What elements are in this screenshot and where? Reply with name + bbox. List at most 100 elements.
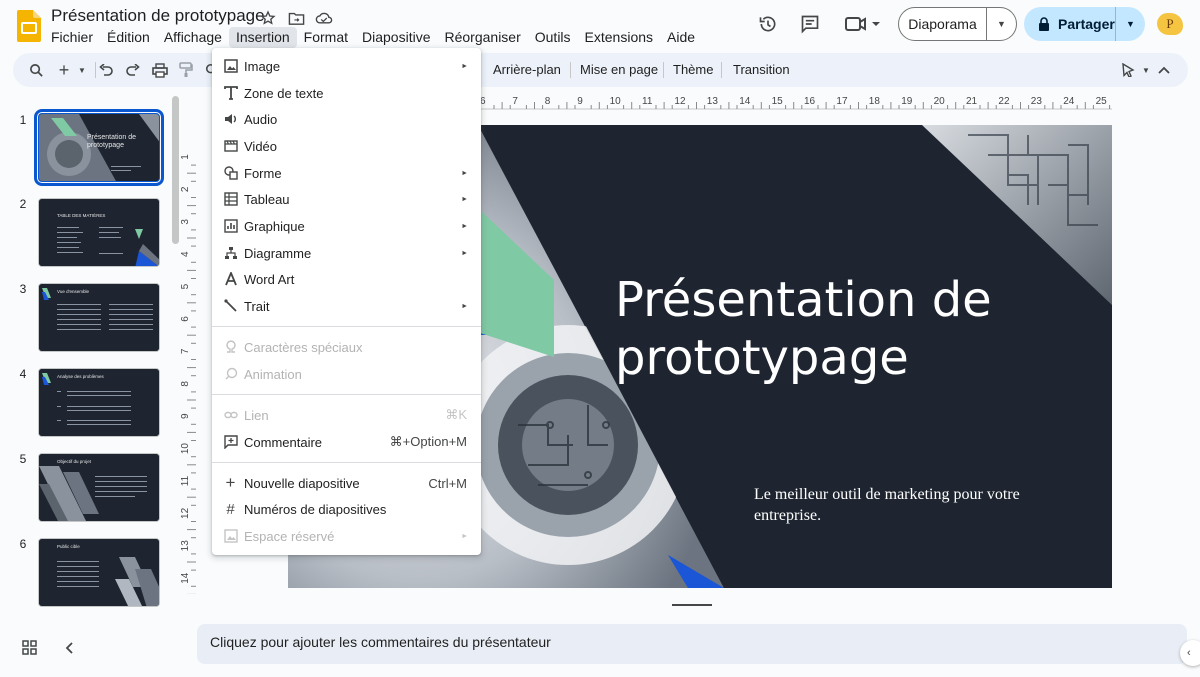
document-title[interactable]: Présentation de prototypage	[51, 6, 265, 26]
insert-table-item[interactable]: Tableau ►	[212, 186, 481, 212]
ruler-label: 3	[180, 219, 191, 225]
special-chars-icon	[223, 340, 238, 355]
collapse-toolbar-icon[interactable]	[1155, 61, 1173, 79]
version-history-icon[interactable]	[756, 12, 780, 36]
slideshow-button[interactable]: Diaporama ▼	[898, 7, 1017, 41]
insert-image-item[interactable]: Image ►	[212, 53, 481, 79]
star-icon[interactable]	[258, 8, 278, 28]
insert-slide-numbers-item[interactable]: # Numéros de diapositives	[212, 496, 481, 522]
insert-shape-item[interactable]: Forme ►	[212, 160, 481, 186]
horizontal-ruler[interactable]: 6 7 8 9 10 11 12 13 14 15 16 17 18 19 20 21 22 23 24 25	[480, 92, 1112, 112]
menu-slide[interactable]: Diapositive	[355, 27, 437, 48]
slide-thumbnail-6[interactable]: Public cible	[38, 538, 160, 607]
vertical-ruler[interactable]: 1 2 3 4 5 6 7 8 9 10 11 12 13 14	[179, 124, 197, 594]
menu-extensions[interactable]: Extensions	[578, 27, 660, 48]
search-menus-icon[interactable]	[27, 61, 45, 79]
filmstrip-scrollbar[interactable]	[172, 96, 179, 244]
ruler-label: 2	[180, 186, 191, 192]
submenu-arrow-icon: ►	[461, 222, 468, 230]
ruler-label: 7	[512, 96, 518, 107]
new-slide-plus-icon[interactable]: +	[55, 60, 73, 80]
insert-chart-item[interactable]: Graphique ►	[212, 213, 481, 239]
ruler-label: 12	[180, 507, 191, 519]
line-icon	[223, 299, 238, 314]
insert-line-item[interactable]: Trait ►	[212, 293, 481, 319]
chart-icon	[223, 219, 238, 234]
share-dropdown-icon[interactable]: ▼	[1116, 19, 1145, 29]
slides-logo-icon[interactable]	[17, 10, 41, 42]
ruler-label: 11	[180, 475, 191, 486]
transition-button[interactable]: Transition	[733, 62, 790, 77]
grid-view-icon[interactable]	[22, 640, 38, 656]
slide-thumbnail-3[interactable]: Vue d'ensemble	[38, 283, 160, 352]
ruler-label: 23	[1031, 96, 1043, 107]
slide-thumbnail-title: Public cible	[57, 544, 80, 549]
share-button[interactable]: Partager ▼	[1024, 7, 1145, 41]
menu-insert[interactable]: Insertion	[228, 27, 297, 48]
select-cursor-icon[interactable]	[1119, 61, 1137, 79]
table-icon	[223, 192, 238, 207]
menu-arrange[interactable]: Réorganiser	[437, 27, 527, 48]
image-icon	[223, 59, 238, 74]
submenu-arrow-icon: ►	[461, 302, 468, 310]
video-icon	[223, 139, 238, 154]
ruler-label: 9	[180, 413, 191, 419]
meet-camera-icon[interactable]	[844, 12, 882, 36]
slideshow-label[interactable]: Diaporama	[899, 8, 987, 40]
speaker-notes[interactable]: Cliquez pour ajouter les commentaires du…	[197, 624, 1187, 664]
hash-icon: #	[226, 500, 235, 518]
lock-icon	[1039, 17, 1049, 31]
menu-format[interactable]: Format	[297, 27, 355, 48]
toolbar: + ▼ Arrière-plan Mise en page Thème Tran…	[13, 53, 1188, 87]
ruler-label: 8	[545, 96, 551, 107]
insert-video-item[interactable]: Vidéo	[212, 133, 481, 159]
slide-thumbnail-2[interactable]: TABLE DES MATIÈRES	[38, 198, 160, 267]
comment-icon	[223, 435, 238, 450]
insert-text-box-item[interactable]: Zone de texte	[212, 80, 481, 106]
slide-thumbnail-title: Présentation de prototypage	[87, 134, 137, 149]
slide-thumbnail-5[interactable]: Objectif du projet	[38, 453, 160, 522]
ruler-label: 13	[180, 540, 191, 552]
ruler-label: 24	[1063, 96, 1075, 107]
select-dropdown-icon[interactable]: ▼	[1137, 61, 1155, 79]
insert-diagram-item[interactable]: Diagramme ►	[212, 240, 481, 266]
slide-subtitle[interactable]: Le meilleur outil de marketing pour votr…	[754, 484, 1044, 526]
move-folder-icon[interactable]	[286, 8, 306, 28]
notes-resize-handle[interactable]	[672, 604, 712, 606]
cloud-saved-icon[interactable]	[314, 8, 334, 28]
ruler-label: 25	[1096, 96, 1108, 107]
insert-audio-item[interactable]: Audio	[212, 106, 481, 132]
new-slide-dropdown-icon[interactable]: ▼	[73, 61, 91, 79]
insert-new-slide-item[interactable]: + Nouvelle diapositive Ctrl+M	[212, 470, 481, 496]
insert-animation-item: Animation	[212, 361, 481, 387]
avatar[interactable]: P	[1157, 13, 1183, 35]
redo-icon[interactable]	[124, 61, 142, 79]
slide-thumbnail-4[interactable]: Analyse des problèmes	[38, 368, 160, 437]
ruler-label: 7	[180, 348, 191, 354]
print-icon[interactable]	[151, 61, 169, 79]
menu-edit[interactable]: Édition	[100, 27, 157, 48]
slide-number: 1	[19, 113, 27, 127]
layout-button[interactable]: Mise en page	[580, 62, 658, 77]
slide-thumbnail-1[interactable]: Présentation de prototypage	[34, 109, 164, 186]
comments-icon[interactable]	[798, 12, 822, 36]
menu-tools[interactable]: Outils	[528, 27, 578, 48]
menu-file[interactable]: Fichier	[44, 27, 100, 48]
background-button[interactable]: Arrière-plan	[493, 62, 561, 77]
paint-format-icon[interactable]	[177, 61, 195, 79]
insert-comment-item[interactable]: Commentaire ⌘+Option+M	[212, 429, 481, 455]
slideshow-dropdown-icon[interactable]: ▼	[987, 19, 1016, 29]
ruler-label: 20	[934, 96, 946, 107]
insert-placeholder-item: Espace réservé ►	[212, 523, 481, 549]
collapse-filmstrip-icon[interactable]	[62, 640, 78, 656]
expand-side-panel-icon[interactable]: ‹	[1180, 640, 1200, 666]
slide-number: 5	[19, 452, 27, 466]
ruler-label: 9	[577, 96, 583, 107]
insert-word-art-item[interactable]: Word Art	[212, 266, 481, 292]
undo-icon[interactable]	[97, 61, 115, 79]
theme-button[interactable]: Thème	[673, 62, 713, 77]
ruler-label: 10	[610, 96, 622, 107]
menu-view[interactable]: Affichage	[157, 27, 229, 48]
slide-title[interactable]: Présentation de prototypage	[615, 271, 1095, 387]
menu-help[interactable]: Aide	[660, 27, 702, 48]
